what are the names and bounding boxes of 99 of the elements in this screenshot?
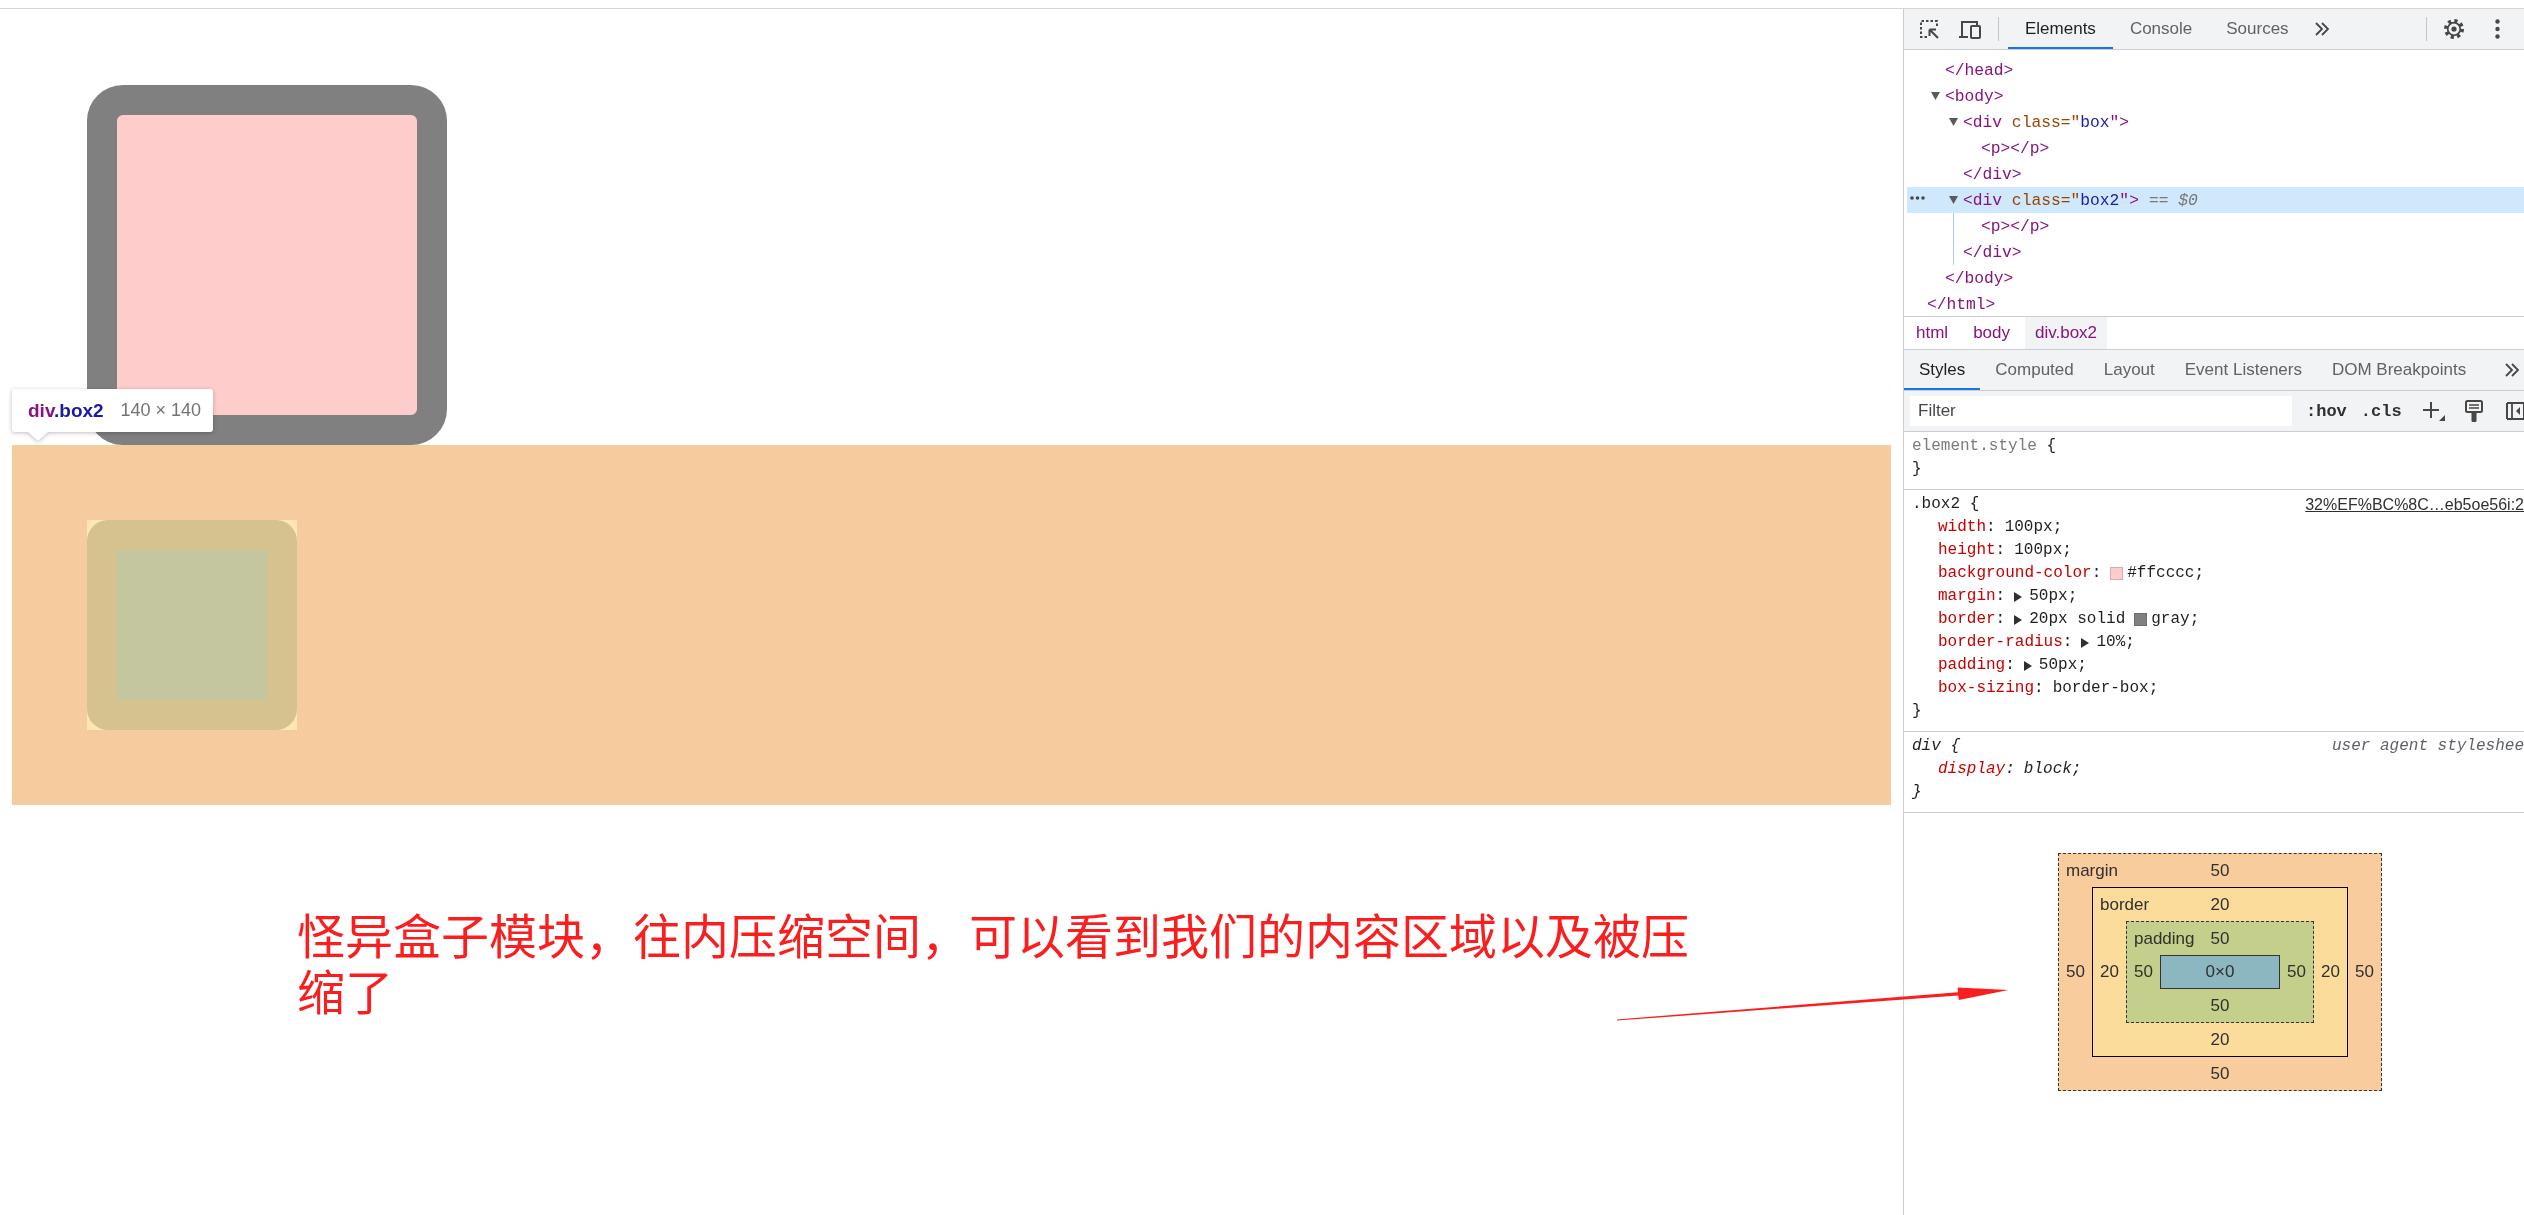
color-swatch-icon[interactable] bbox=[2134, 613, 2148, 626]
color-swatch-icon[interactable] bbox=[2110, 567, 2124, 580]
panel-tab[interactable]: Sources bbox=[2209, 9, 2306, 49]
ellipsis-icon[interactable] bbox=[1910, 196, 1925, 200]
breadcrumb[interactable]: div.box2 bbox=[2025, 317, 2108, 349]
box-model-value[interactable]: 20 bbox=[2100, 962, 2119, 982]
user-agent-label: user agent styleshee bbox=[2331, 736, 2524, 757]
rule-brace: } bbox=[1912, 702, 1922, 720]
box-model-value[interactable]: 20 bbox=[2321, 962, 2340, 982]
dom-node-text: <div class="box"> bbox=[1963, 112, 2130, 132]
box-model-value[interactable]: 50 bbox=[2210, 928, 2230, 949]
box-model-label: border bbox=[2099, 894, 2150, 915]
chevron-double-icon[interactable] bbox=[2504, 363, 2520, 377]
css-value[interactable]: 50px; bbox=[2038, 654, 2087, 677]
stylesheet-link[interactable]: 32%EF%BC%8C…eb5oe56i:2 bbox=[2305, 493, 2524, 516]
pane-tab[interactable]: Event Listeners bbox=[2169, 350, 2317, 390]
box-model-value[interactable]: 50 bbox=[2210, 1063, 2230, 1084]
dom-tree-row[interactable]: </head> bbox=[1907, 57, 2524, 83]
dom-node-text: </div> bbox=[1963, 164, 2022, 184]
dom-node-text: <body> bbox=[1945, 86, 2004, 106]
box-model-label: margin bbox=[2065, 860, 2118, 881]
breadcrumb[interactable]: html bbox=[1906, 317, 1959, 349]
css-value[interactable]: gray; bbox=[2151, 608, 2200, 631]
expand-triangle-icon[interactable] bbox=[2014, 591, 2023, 602]
dom-node-text: </head> bbox=[1945, 60, 2014, 80]
css-property[interactable]: padding: bbox=[1938, 654, 2015, 677]
console-reference: == $0 bbox=[2148, 190, 2198, 210]
rule-brace: } bbox=[1912, 783, 1922, 801]
paint-brush-icon[interactable] bbox=[2463, 399, 2484, 423]
filter-field[interactable]: Filter bbox=[1910, 396, 2292, 426]
dom-node-text: <div class="box2"> bbox=[1963, 190, 2139, 210]
box-model-value[interactable]: 50 bbox=[2134, 962, 2153, 982]
dom-tree-row[interactable]: </body> bbox=[1907, 265, 2524, 291]
css-value[interactable]: block; bbox=[2023, 758, 2082, 781]
box-model-value[interactable]: 50 bbox=[2066, 962, 2085, 982]
css-property[interactable]: width: bbox=[1938, 516, 1996, 539]
annotation-text: 怪异盒子模块，往内压缩空间，可以看到我们的内容区域以及被压缩了 bbox=[297, 909, 1690, 1021]
css-value[interactable]: 50px; bbox=[2029, 585, 2078, 608]
pane-tab[interactable]: Layout bbox=[2088, 350, 2170, 390]
pane-tab[interactable]: Computed bbox=[1980, 350, 2089, 390]
rule-brace: } bbox=[1912, 460, 1922, 478]
breadcrumb[interactable]: body bbox=[1963, 317, 2020, 349]
class-toggle-button[interactable]: .cls bbox=[2360, 401, 2402, 421]
dom-node-text: <p></p> bbox=[1981, 216, 2050, 236]
css-value[interactable]: 10%; bbox=[2096, 631, 2135, 654]
sidebar-toggle-icon[interactable] bbox=[2505, 401, 2524, 421]
css-value[interactable]: #ffcccc; bbox=[2127, 562, 2205, 585]
box-model-value[interactable]: 20 bbox=[2210, 894, 2230, 915]
dom-tree-row[interactable]: </html> bbox=[1907, 291, 2524, 316]
css-selector: element.style bbox=[1912, 437, 2037, 455]
pane-tab[interactable]: DOM Breakpoints bbox=[2316, 350, 2482, 390]
content-box[interactable]: 0×0 bbox=[2160, 955, 2280, 989]
plus-icon[interactable] bbox=[2421, 400, 2446, 422]
css-property[interactable]: box-sizing: bbox=[1938, 677, 2044, 700]
css-property[interactable]: border: bbox=[1938, 608, 2006, 631]
dom-tree-row[interactable]: </div> bbox=[1907, 161, 2524, 187]
element-size: 140 × 140 bbox=[120, 400, 201, 421]
css-property[interactable]: margin: bbox=[1938, 585, 2006, 608]
expand-triangle-icon[interactable] bbox=[2081, 637, 2090, 648]
hover-state-button[interactable]: :hov bbox=[2306, 401, 2347, 421]
expand-triangle-icon[interactable] bbox=[2014, 614, 2023, 625]
css-property[interactable]: border-radius: bbox=[1938, 631, 2073, 654]
select-element-icon[interactable] bbox=[1918, 18, 1940, 40]
css-value[interactable]: 100px; bbox=[2004, 516, 2063, 539]
dom-tree-row[interactable]: <div class="box2"> == $0 bbox=[1907, 187, 2524, 213]
dom-node-text: <p></p> bbox=[1981, 138, 2050, 158]
rule-brace: { bbox=[1950, 737, 1961, 755]
more-options-icon[interactable] bbox=[2495, 19, 2500, 39]
css-selector: .box2 bbox=[1912, 495, 1960, 513]
dom-node-text: </body> bbox=[1945, 268, 2014, 288]
dom-node-text: </html> bbox=[1927, 294, 1996, 314]
rule-brace: { bbox=[2046, 437, 2057, 455]
css-value[interactable]: border-box; bbox=[2052, 677, 2159, 700]
box-model-value[interactable]: 50 bbox=[2287, 962, 2306, 982]
box-model-value[interactable]: 50 bbox=[2210, 995, 2230, 1016]
dom-tree-row[interactable]: <body> bbox=[1907, 83, 2524, 109]
expand-triangle-icon[interactable] bbox=[1931, 92, 1940, 100]
box-model-value[interactable]: 50 bbox=[2210, 860, 2230, 881]
device-toolbar-icon[interactable] bbox=[1958, 19, 1982, 39]
css-value[interactable]: 100px; bbox=[2014, 539, 2072, 562]
css-property[interactable]: height: bbox=[1938, 539, 2006, 562]
dom-tree-row[interactable]: <p></p> bbox=[1907, 135, 2524, 161]
expand-triangle-icon[interactable] bbox=[1949, 118, 1958, 126]
panel-tab[interactable]: Console bbox=[2112, 9, 2210, 49]
box-model-value[interactable]: 50 bbox=[2355, 962, 2374, 982]
chevron-double-icon[interactable] bbox=[2313, 22, 2330, 36]
css-selector: div bbox=[1912, 737, 1941, 755]
panel-tab[interactable]: Elements bbox=[2008, 9, 2113, 49]
settings-icon[interactable] bbox=[2443, 18, 2465, 40]
css-value[interactable]: 20px solid bbox=[2029, 608, 2126, 631]
expand-triangle-icon[interactable] bbox=[2023, 660, 2032, 671]
css-property[interactable]: display: bbox=[1938, 758, 2015, 781]
dom-tree-row[interactable]: <div class="box"> bbox=[1907, 109, 2524, 135]
rule-brace: { bbox=[1969, 495, 1980, 513]
element-label: div.box2 bbox=[28, 399, 104, 422]
box-model-value[interactable]: 20 bbox=[2210, 1029, 2230, 1050]
css-property[interactable]: background-color: bbox=[1938, 562, 2102, 585]
dom-node-text: </div> bbox=[1963, 242, 2022, 262]
box-model-label: padding bbox=[2133, 928, 2195, 949]
